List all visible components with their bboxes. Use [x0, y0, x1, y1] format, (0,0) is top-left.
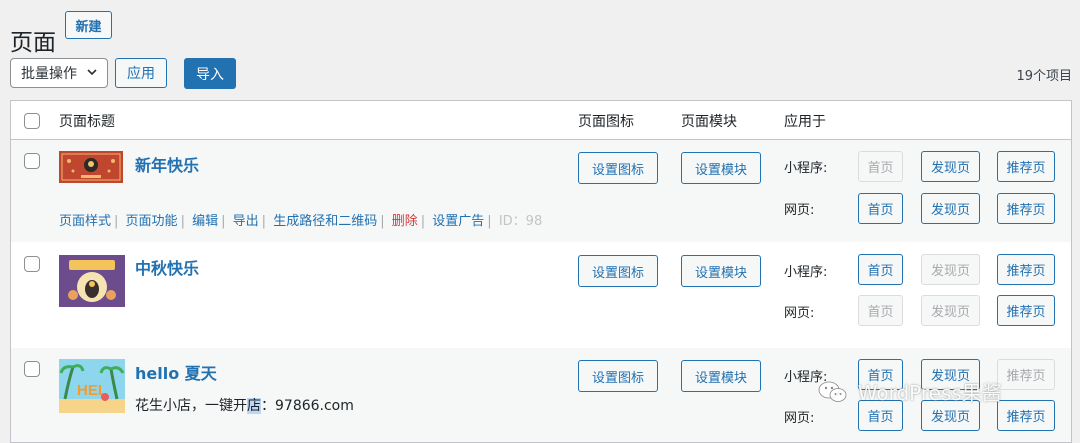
items-count: 19个项目 — [1016, 69, 1072, 84]
mini-home-toggle[interactable]: 首页 — [858, 151, 903, 182]
web-recommend-toggle[interactable]: 推荐页 — [997, 295, 1055, 326]
thumbnail-image[interactable]: HEL — [59, 359, 125, 413]
row-id: ID：98 — [498, 214, 543, 229]
action-export[interactable]: 导出 — [233, 214, 259, 229]
row-checkbox[interactable] — [24, 153, 40, 169]
row-actions: 页面样式 | 页面功能 | 编辑 | 导出 | 生成路径和二维码 | 删除 | 设置广告 | … — [59, 214, 543, 229]
bulk-action-select[interactable]: 批量操作 — [10, 58, 108, 88]
set-module-button[interactable]: 设置模块 — [681, 255, 761, 287]
web-discover-toggle[interactable]: 发现页 — [921, 295, 980, 326]
thumbnail-image[interactable] — [59, 151, 123, 183]
web-label: 网页: — [784, 306, 815, 321]
mini-recommend-toggle[interactable]: 推荐页 — [997, 359, 1055, 390]
import-button[interactable]: 导入 — [184, 58, 236, 89]
table-header: 页面标题 页面图标 页面模块 应用于 — [11, 101, 1071, 140]
page-title-link[interactable]: 中秋快乐 — [135, 255, 199, 279]
action-edit[interactable]: 编辑 — [192, 214, 218, 229]
mini-recommend-toggle[interactable]: 推荐页 — [997, 254, 1055, 285]
watermark: WordPress果酱 — [818, 377, 1002, 406]
action-page-style[interactable]: 页面样式 — [59, 214, 111, 229]
page-title: 页面 — [10, 30, 56, 57]
page-subtitle: 花生小店，一键开店：97866.com — [135, 398, 354, 414]
watermark-text: WordPress果酱 — [857, 381, 1002, 405]
page-title-link[interactable]: 新年快乐 — [135, 152, 199, 176]
column-module: 页面模块 — [681, 114, 737, 130]
wechat-icon — [818, 381, 854, 405]
bulk-action-value: 批量操作 — [21, 66, 77, 82]
page-title-link[interactable]: hello 夏天 — [135, 360, 217, 384]
mini-program-label: 小程序: — [784, 265, 828, 280]
web-recommend-toggle[interactable]: 推荐页 — [997, 193, 1055, 224]
chevron-down-icon — [86, 66, 98, 81]
web-discover-toggle[interactable]: 发现页 — [921, 193, 980, 224]
web-home-toggle[interactable]: 首页 — [858, 193, 903, 224]
web-recommend-toggle[interactable]: 推荐页 — [997, 400, 1055, 431]
column-title[interactable]: 页面标题 — [59, 111, 115, 131]
action-set-ad[interactable]: 设置广告 — [432, 214, 484, 229]
apply-button[interactable]: 应用 — [115, 58, 167, 88]
select-all-checkbox[interactable] — [24, 113, 40, 129]
web-label: 网页: — [784, 203, 815, 218]
new-page-button[interactable]: 新建 — [65, 11, 112, 39]
web-label: 网页: — [784, 411, 815, 426]
mini-home-toggle[interactable]: 首页 — [858, 254, 903, 285]
row-checkbox[interactable] — [24, 256, 40, 272]
table-row: 中秋快乐 设置图标 设置模块 小程序: 首页 发现页 推荐页 网页: 首页 发现… — [11, 243, 1071, 347]
mini-discover-toggle[interactable]: 发现页 — [921, 254, 980, 285]
column-apply-to: 应用于 — [784, 114, 826, 130]
thumbnail-image[interactable] — [59, 255, 125, 307]
set-module-button[interactable]: 设置模块 — [681, 360, 761, 392]
action-page-function[interactable]: 页面功能 — [126, 214, 178, 229]
set-module-button[interactable]: 设置模块 — [681, 152, 761, 184]
column-icon: 页面图标 — [578, 114, 634, 130]
action-delete[interactable]: 删除 — [392, 214, 418, 229]
set-icon-button[interactable]: 设置图标 — [578, 152, 658, 184]
mini-recommend-toggle[interactable]: 推荐页 — [997, 151, 1055, 182]
set-icon-button[interactable]: 设置图标 — [578, 360, 658, 392]
mini-discover-toggle[interactable]: 发现页 — [921, 151, 980, 182]
action-generate-qrcode[interactable]: 生成路径和二维码 — [273, 214, 377, 229]
web-home-toggle[interactable]: 首页 — [858, 295, 903, 326]
row-checkbox[interactable] — [24, 361, 40, 377]
table-row: 新年快乐 页面样式 | 页面功能 | 编辑 | 导出 | 生成路径和二维码 | 删除 | 设… — [11, 140, 1071, 242]
set-icon-button[interactable]: 设置图标 — [578, 255, 658, 287]
mini-program-label: 小程序: — [784, 161, 828, 176]
